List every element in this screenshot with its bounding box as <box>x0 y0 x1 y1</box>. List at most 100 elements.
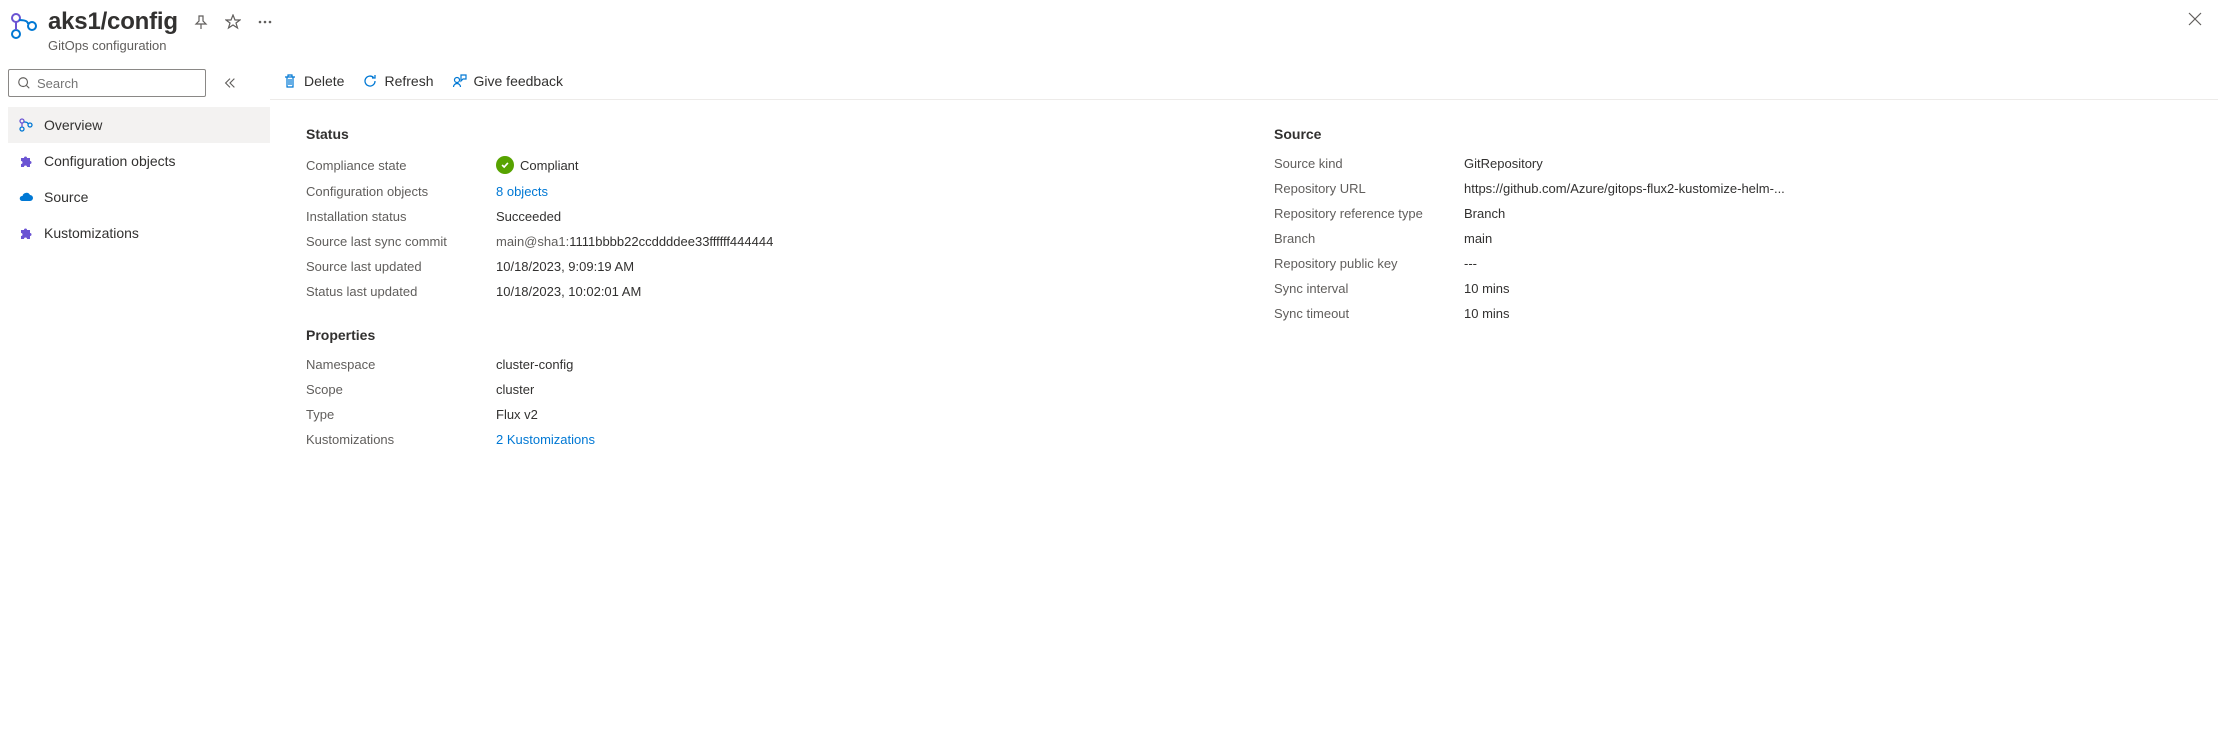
sidebar-item-overview[interactable]: Overview <box>8 107 270 143</box>
row-value: main@sha1:1111bbbb22ccddddee33ffffff4444… <box>496 234 773 249</box>
row-scope: Scope cluster <box>306 382 1214 397</box>
row-label: Source last sync commit <box>306 234 496 249</box>
row-public-key: Repository public key --- <box>1274 256 2182 271</box>
row-status-last-updated: Status last updated 10/18/2023, 10:02:01… <box>306 284 1214 299</box>
sidebar-item-source[interactable]: Source <box>8 179 270 215</box>
row-value: cluster-config <box>496 357 573 372</box>
search-icon <box>17 76 31 90</box>
row-label: Scope <box>306 382 496 397</box>
page-title: aks1/config <box>48 8 178 36</box>
row-last-sync-commit: Source last sync commit main@sha1:1111bb… <box>306 234 1214 249</box>
toolbar-label: Delete <box>304 73 344 89</box>
row-value: 10 mins <box>1464 306 1510 321</box>
row-label: Namespace <box>306 357 496 372</box>
row-value: 10/18/2023, 9:09:19 AM <box>496 259 634 274</box>
toolbar-label: Give feedback <box>474 73 564 89</box>
content-pane: Delete Refresh Give feedback Status <box>270 65 2218 756</box>
pin-icon[interactable] <box>192 13 210 31</box>
row-label: Status last updated <box>306 284 496 299</box>
trash-icon <box>282 73 298 89</box>
sidebar-item-kustomizations[interactable]: Kustomizations <box>8 215 270 251</box>
row-label: Repository URL <box>1274 181 1464 196</box>
row-value: 10/18/2023, 10:02:01 AM <box>496 284 641 299</box>
toolbar-label: Refresh <box>384 73 433 89</box>
row-repo-url: Repository URL https://github.com/Azure/… <box>1274 181 2182 196</box>
source-section: Source Source kind GitRepository Reposit… <box>1274 126 2182 321</box>
sidebar-item-label: Source <box>44 189 88 205</box>
sidebar-item-label: Kustomizations <box>44 225 139 241</box>
row-label: Compliance state <box>306 158 496 173</box>
row-sync-interval: Sync interval 10 mins <box>1274 281 2182 296</box>
section-title: Status <box>306 126 1214 142</box>
row-value: https://github.com/Azure/gitops-flux2-ku… <box>1464 181 1785 196</box>
row-kustomizations: Kustomizations 2 Kustomizations <box>306 432 1214 447</box>
search-input[interactable] <box>37 76 197 91</box>
page-subtitle: GitOps configuration <box>48 38 2206 53</box>
gitops-small-icon <box>18 117 34 133</box>
row-source-kind: Source kind GitRepository <box>1274 156 2182 171</box>
left-column: Status Compliance state Compliant Config… <box>306 120 1214 475</box>
row-value: Branch <box>1464 206 1505 221</box>
row-label: Kustomizations <box>306 432 496 447</box>
refresh-button[interactable]: Refresh <box>362 73 433 89</box>
row-branch: Branch main <box>1274 231 2182 246</box>
row-label: Repository reference type <box>1274 206 1464 221</box>
row-source-last-updated: Source last updated 10/18/2023, 9:09:19 … <box>306 259 1214 274</box>
row-repo-ref-type: Repository reference type Branch <box>1274 206 2182 221</box>
status-section: Status Compliance state Compliant Config… <box>306 126 1214 299</box>
row-value: cluster <box>496 382 534 397</box>
sidebar-item-config-objects[interactable]: Configuration objects <box>8 143 270 179</box>
row-value: Succeeded <box>496 209 561 224</box>
commit-hash: 1111bbbb22ccddddee33ffffff444444 <box>569 234 773 249</box>
row-sync-timeout: Sync timeout 10 mins <box>1274 306 2182 321</box>
header-title-group: aks1/config GitOps <box>48 8 2206 53</box>
puzzle-icon <box>18 225 34 241</box>
toolbar: Delete Refresh Give feedback <box>270 65 2218 100</box>
cloud-icon <box>18 189 34 205</box>
row-label: Repository public key <box>1274 256 1464 271</box>
feedback-button[interactable]: Give feedback <box>452 73 564 89</box>
right-column: Source Source kind GitRepository Reposit… <box>1274 120 2182 475</box>
collapse-sidebar-icon[interactable] <box>214 76 246 90</box>
row-label: Type <box>306 407 496 422</box>
row-value: main <box>1464 231 1492 246</box>
section-title: Properties <box>306 327 1214 343</box>
kustomizations-link[interactable]: 2 Kustomizations <box>496 432 595 447</box>
puzzle-icon <box>18 153 34 169</box>
refresh-icon <box>362 73 378 89</box>
row-label: Installation status <box>306 209 496 224</box>
row-label: Source kind <box>1274 156 1464 171</box>
check-circle-icon <box>496 156 514 174</box>
row-value: Flux v2 <box>496 407 538 422</box>
row-value: --- <box>1464 256 1477 271</box>
page-header: aks1/config GitOps <box>0 0 2218 65</box>
row-value: 10 mins <box>1464 281 1510 296</box>
sidebar-item-label: Configuration objects <box>44 153 176 169</box>
gitops-resource-icon <box>8 10 40 42</box>
section-title: Source <box>1274 126 2182 142</box>
properties-section: Properties Namespace cluster-config Scop… <box>306 327 1214 447</box>
row-namespace: Namespace cluster-config <box>306 357 1214 372</box>
delete-button[interactable]: Delete <box>282 73 344 89</box>
row-label: Sync timeout <box>1274 306 1464 321</box>
row-label: Branch <box>1274 231 1464 246</box>
row-compliance-state: Compliance state Compliant <box>306 156 1214 174</box>
row-label: Sync interval <box>1274 281 1464 296</box>
row-value: GitRepository <box>1464 156 1543 171</box>
sidebar: Overview Configuration objects Source <box>0 65 270 756</box>
row-label: Source last updated <box>306 259 496 274</box>
row-install-status: Installation status Succeeded <box>306 209 1214 224</box>
search-input-wrapper[interactable] <box>8 69 206 97</box>
star-icon[interactable] <box>224 13 242 31</box>
row-type: Type Flux v2 <box>306 407 1214 422</box>
status-text: Compliant <box>520 158 579 173</box>
status-badge: Compliant <box>496 156 579 174</box>
commit-prefix: main@sha1: <box>496 234 569 249</box>
row-label: Configuration objects <box>306 184 496 199</box>
feedback-icon <box>452 73 468 89</box>
config-objects-link[interactable]: 8 objects <box>496 184 548 199</box>
close-icon[interactable] <box>2188 12 2202 29</box>
row-config-objects: Configuration objects 8 objects <box>306 184 1214 199</box>
more-icon[interactable] <box>256 13 274 31</box>
sidebar-item-label: Overview <box>44 117 102 133</box>
